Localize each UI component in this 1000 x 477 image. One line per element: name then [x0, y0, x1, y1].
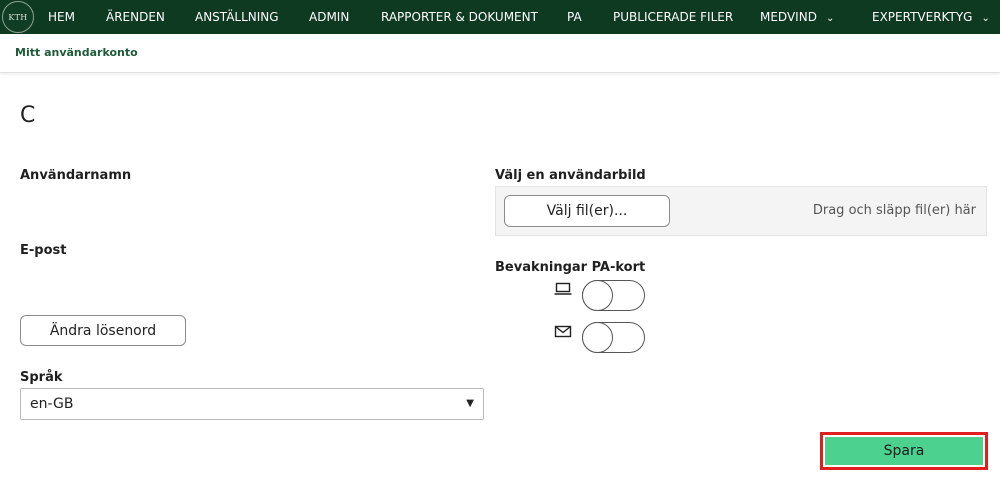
- language-value: en-GB: [30, 396, 74, 412]
- drop-hint: Drag och släpp fil(er) här: [812, 203, 976, 218]
- save-button[interactable]: Spara: [825, 437, 983, 465]
- laptop-icon: [554, 282, 572, 300]
- nav-item-hem[interactable]: HEM: [48, 0, 75, 34]
- toggle-knob: [582, 322, 613, 353]
- breadcrumb-bar: Mitt användarkonto: [0, 34, 1000, 73]
- top-navigation: KTH HEM ÄRENDEN ANSTÄLLNING ADMIN RAPPOR…: [0, 0, 1000, 34]
- toggle-knob: [582, 280, 613, 311]
- breadcrumb: Mitt användarkonto: [15, 46, 138, 59]
- nav-item-pa[interactable]: PA: [567, 0, 582, 34]
- user-picture-label: Välj en användarbild: [495, 168, 646, 183]
- nav-item-admin[interactable]: ADMIN: [309, 0, 349, 34]
- language-label: Språk: [20, 370, 63, 385]
- nav-item-publicerade-filer[interactable]: PUBLICERADE FILER: [613, 0, 733, 34]
- choose-files-button[interactable]: Välj fil(er)...: [504, 195, 670, 227]
- save-highlight: Spara: [820, 432, 988, 470]
- kth-logo[interactable]: KTH: [2, 1, 34, 33]
- email-label: E-post: [20, 243, 67, 258]
- envelope-icon: [554, 325, 572, 343]
- chevron-down-icon: ⌄: [981, 13, 990, 24]
- nav-item-anstallning[interactable]: ANSTÄLLNING: [195, 0, 279, 34]
- username-label: Användarnamn: [20, 168, 132, 183]
- language-select[interactable]: en-GB ▼: [20, 388, 484, 420]
- caret-down-icon: ▼: [466, 398, 474, 409]
- email-notification-toggle[interactable]: [582, 322, 645, 353]
- laptop-notification-toggle[interactable]: [582, 280, 645, 311]
- nav-item-expertverktyg[interactable]: EXPERTVERKTYG ⌄: [872, 0, 990, 34]
- nav-item-arenden[interactable]: ÄRENDEN: [106, 0, 165, 34]
- nav-item-rapporter-dokument[interactable]: RAPPORTER & DOKUMENT: [381, 0, 538, 34]
- change-password-button[interactable]: Ändra lösenord: [20, 315, 186, 346]
- nav-item-medvind[interactable]: MEDVIND ⌄: [760, 0, 834, 34]
- subscriptions-label: Bevakningar PA-kort: [495, 260, 646, 275]
- avatar: C: [20, 103, 36, 128]
- chevron-down-icon: ⌄: [825, 13, 835, 24]
